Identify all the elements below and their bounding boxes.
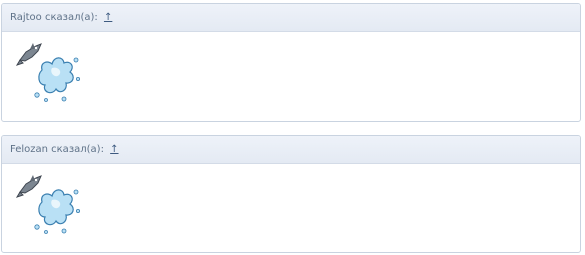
fish-splash-smiley-icon — [16, 43, 81, 102]
quote-author: Felozan сказал(а): — [10, 144, 108, 155]
quote-header: Felozan сказал(а): ↑ — [2, 136, 580, 164]
quote-body — [2, 32, 580, 120]
quote-header: Rajtoo сказал(а): ↑ — [2, 4, 580, 32]
quote-author: Rajtoo сказал(а): — [10, 12, 101, 23]
quote-body — [2, 164, 580, 252]
quote-block: Rajtoo сказал(а): ↑ — [1, 3, 581, 122]
quote-jump-link[interactable]: ↑ — [110, 144, 118, 155]
fish-splash-smiley-icon — [16, 175, 81, 234]
quote-block: Felozan сказал(а): ↑ — [1, 135, 581, 253]
quote-jump-link[interactable]: ↑ — [104, 12, 112, 23]
